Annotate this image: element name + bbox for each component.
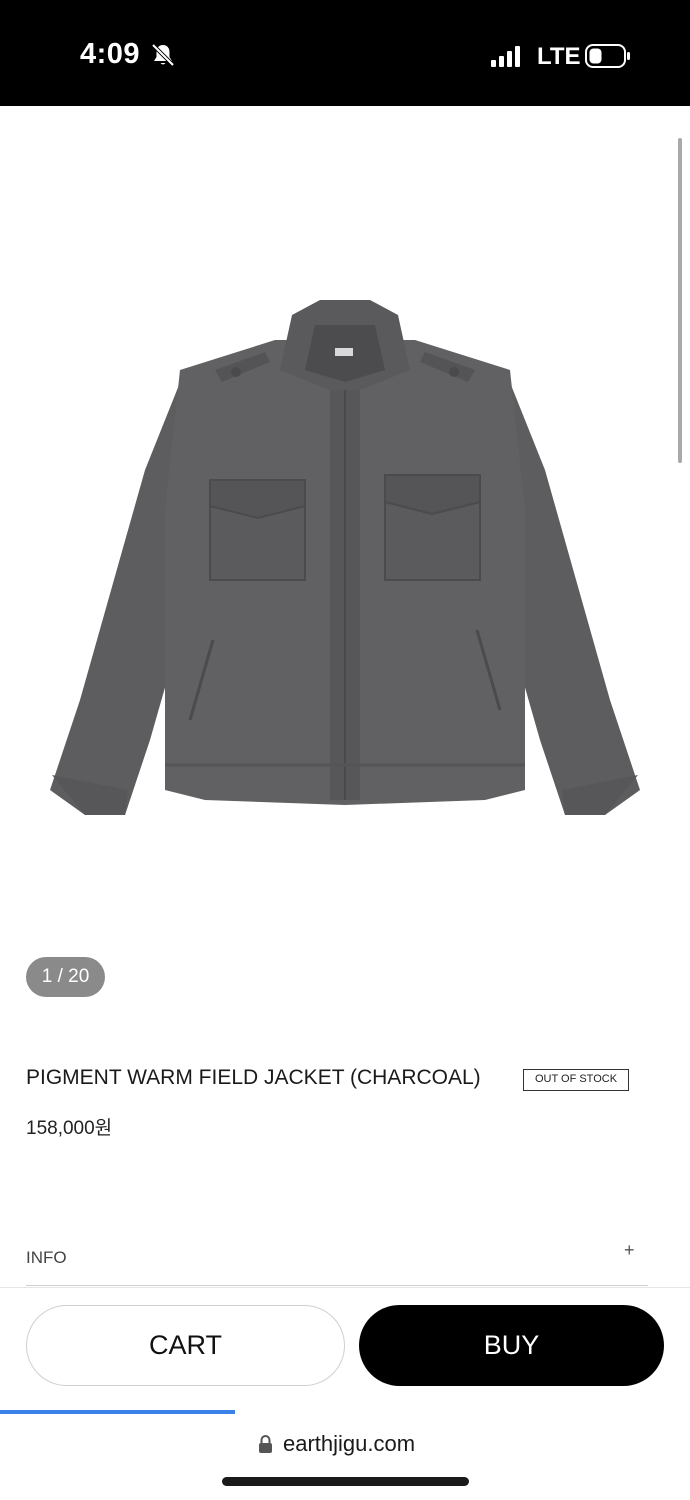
cart-button[interactable]: CART bbox=[26, 1305, 345, 1386]
product-price: 158,000원 bbox=[26, 1118, 113, 1139]
image-counter: 1 / 20 bbox=[26, 957, 105, 997]
buy-button[interactable]: BUY bbox=[359, 1305, 664, 1386]
browser-url-bar[interactable] bbox=[0, 1414, 690, 1500]
page-scrollbar[interactable] bbox=[678, 138, 682, 463]
info-accordion-label[interactable]: INFO bbox=[26, 1248, 67, 1268]
expand-plus-icon[interactable]: + bbox=[624, 1240, 635, 1261]
product-title: PIGMENT WARM FIELD JACKET (CHARCOAL) bbox=[26, 1066, 481, 1089]
signal-bars-icon bbox=[491, 46, 520, 67]
charcoal-field-jacket-image[interactable] bbox=[30, 270, 660, 850]
url-text[interactable]: earthjigu.com bbox=[283, 1431, 415, 1457]
divider bbox=[26, 1285, 648, 1286]
network-label: LTE bbox=[537, 43, 581, 70]
status-bar: 4:09 LTE bbox=[0, 0, 690, 106]
lock-icon bbox=[259, 1435, 272, 1453]
home-indicator[interactable] bbox=[222, 1477, 469, 1486]
bell-muted-icon bbox=[151, 43, 175, 67]
status-time: 4:09 bbox=[80, 38, 141, 70]
battery-icon bbox=[585, 44, 630, 68]
out-of-stock-badge: OUT OF STOCK bbox=[523, 1069, 629, 1091]
